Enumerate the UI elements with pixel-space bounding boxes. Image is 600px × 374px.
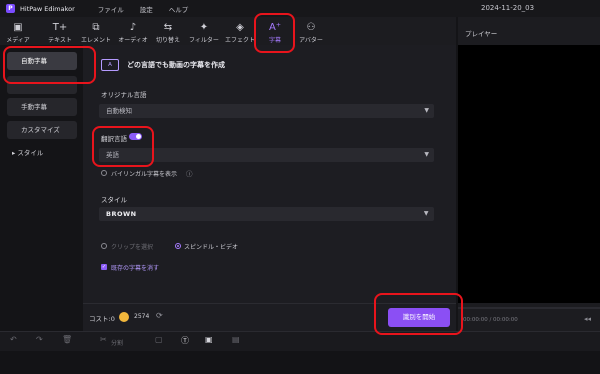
translate-language-label: 翻訳言語 bbox=[101, 135, 127, 143]
tool-filter[interactable]: ✦ フィルター bbox=[187, 17, 221, 45]
sidebar-item-manual-subtitle[interactable]: 手動字幕 bbox=[7, 98, 77, 116]
undo-icon[interactable]: ↶ bbox=[10, 335, 17, 344]
original-language-label: オリジナル言語 bbox=[101, 91, 147, 99]
delete-icon[interactable]: 🗑 bbox=[62, 335, 72, 344]
translate-icon: A bbox=[101, 59, 119, 71]
spindle-video-radio[interactable] bbox=[175, 243, 181, 249]
menu-file[interactable]: ファイル bbox=[98, 4, 124, 14]
player-controls: 00:00:00 / 00:00:00 ◂◂ bbox=[458, 303, 600, 331]
effect-icon: ◈ bbox=[236, 22, 244, 33]
title-bar: P HitPaw Edimakor ファイル 設定 ヘルプ 2024-11-20… bbox=[0, 0, 600, 17]
refresh-icon[interactable]: ⟳ bbox=[156, 311, 163, 320]
app-name: HitPaw Edimakor bbox=[20, 4, 75, 13]
select-clip-radio[interactable] bbox=[101, 243, 107, 249]
audio-icon: ♪ bbox=[129, 22, 137, 33]
tool-effect[interactable]: ◈ エフェクト bbox=[222, 17, 258, 45]
redo-icon[interactable]: ↷ bbox=[36, 335, 43, 344]
tool-avatar[interactable]: ⚇ アバター bbox=[293, 17, 329, 45]
avatar-icon: ⚇ bbox=[306, 22, 316, 33]
sidebar-item-2[interactable] bbox=[7, 76, 77, 94]
timeline-toolbar: ↶ ↷ 🗑 ✂ 分割 ▢ Ⓣ ▣ ▤ bbox=[0, 331, 600, 351]
player-progress-bar[interactable] bbox=[458, 307, 600, 309]
auto-subtitle-panel: A どの言語でも動画の字幕を作成 オリジナル言語 自動検知 ▼ 翻訳言語 英語 … bbox=[83, 45, 456, 303]
text-track-icon[interactable]: Ⓣ bbox=[181, 335, 189, 346]
chevron-down-icon: ▼ bbox=[424, 107, 429, 114]
timeline-area[interactable] bbox=[0, 351, 600, 374]
tool-media[interactable]: ▣ メディア bbox=[4, 17, 32, 45]
project-name: 2024-11-20_03 bbox=[481, 4, 535, 12]
bilingual-radio[interactable] bbox=[101, 170, 107, 176]
subtitle-sidebar: 自動字幕 手動字幕 カスタマイズ ▸ スタイル bbox=[0, 45, 83, 331]
element-icon: ⧉ bbox=[92, 22, 100, 33]
tool-text[interactable]: T+ テキスト bbox=[46, 17, 74, 45]
chevron-down-icon: ▼ bbox=[423, 210, 429, 217]
cost-bar: コスト:0 2574 ⟳ 識別を開始 bbox=[83, 303, 456, 331]
chevron-down-icon: ▼ bbox=[424, 151, 429, 158]
cost-label: コスト:0 bbox=[89, 315, 115, 323]
scissors-icon[interactable]: ✂ bbox=[100, 335, 107, 344]
select-clip-label: クリップを選択 bbox=[111, 244, 154, 251]
tool-element[interactable]: ⧉ エレメント bbox=[79, 17, 113, 45]
media-icon: ▣ bbox=[13, 22, 23, 33]
main-toolbar: ▣ メディア T+ テキスト ⧉ エレメント ♪ オーディオ ⇆ 切り替え ✦ … bbox=[0, 17, 456, 45]
clear-existing-checkbox[interactable]: ✓ bbox=[101, 264, 107, 270]
player-title: プレイヤー bbox=[465, 30, 498, 38]
ai-icon[interactable]: ▣ bbox=[205, 335, 213, 344]
spindle-video-label: スピンドル・ビデオ bbox=[184, 244, 239, 251]
app-logo: P bbox=[6, 4, 15, 13]
split-label: 分割 bbox=[111, 340, 124, 347]
coin-icon bbox=[119, 312, 129, 322]
text-icon: T+ bbox=[52, 22, 68, 33]
credit-balance: 2574 bbox=[134, 313, 150, 320]
player-time: 00:00:00 / 00:00:00 bbox=[463, 317, 518, 323]
original-language-select[interactable]: 自動検知 ▼ bbox=[99, 104, 434, 118]
translate-toggle[interactable] bbox=[129, 133, 142, 140]
tool-subtitle[interactable]: A⁺ 字幕 bbox=[262, 17, 288, 45]
tool-audio[interactable]: ♪ オーディオ bbox=[114, 17, 152, 45]
chevron-right-icon: ▸ bbox=[12, 149, 16, 157]
translate-language-select[interactable]: 英語 ▼ bbox=[99, 148, 434, 162]
panel-heading: どの言語でも動画の字幕を作成 bbox=[127, 61, 225, 69]
sidebar-item-auto-subtitle[interactable]: 自動字幕 bbox=[7, 52, 77, 70]
play-prev-icon[interactable]: ◂◂ bbox=[584, 315, 591, 323]
tool-transition[interactable]: ⇆ 切り替え bbox=[153, 17, 183, 45]
style-select[interactable]: BROWN ▼ bbox=[99, 207, 434, 221]
info-icon[interactable]: ⓘ bbox=[186, 168, 193, 178]
style-label: スタイル bbox=[101, 196, 127, 204]
filter-icon: ✦ bbox=[199, 22, 209, 33]
sidebar-item-style[interactable]: ▸ スタイル bbox=[7, 144, 77, 162]
menu-settings[interactable]: 設定 bbox=[140, 4, 153, 14]
bilingual-label: バイリンガル字幕を表示 bbox=[111, 171, 178, 178]
menu-help[interactable]: ヘルプ bbox=[169, 4, 189, 14]
sidebar-item-customize[interactable]: カスタマイズ bbox=[7, 121, 77, 139]
subtitle-track-icon[interactable]: ▤ bbox=[232, 335, 240, 344]
transition-icon: ⇆ bbox=[163, 22, 173, 33]
subtitle-icon: A⁺ bbox=[268, 22, 282, 33]
start-recognition-button[interactable]: 識別を開始 bbox=[388, 308, 450, 327]
player-header: プレイヤー bbox=[458, 17, 600, 45]
timeline-tool-icon[interactable]: ▢ bbox=[155, 335, 163, 344]
player-viewport[interactable] bbox=[458, 45, 600, 303]
clear-existing-label: 既存の字幕を消す bbox=[111, 265, 160, 272]
